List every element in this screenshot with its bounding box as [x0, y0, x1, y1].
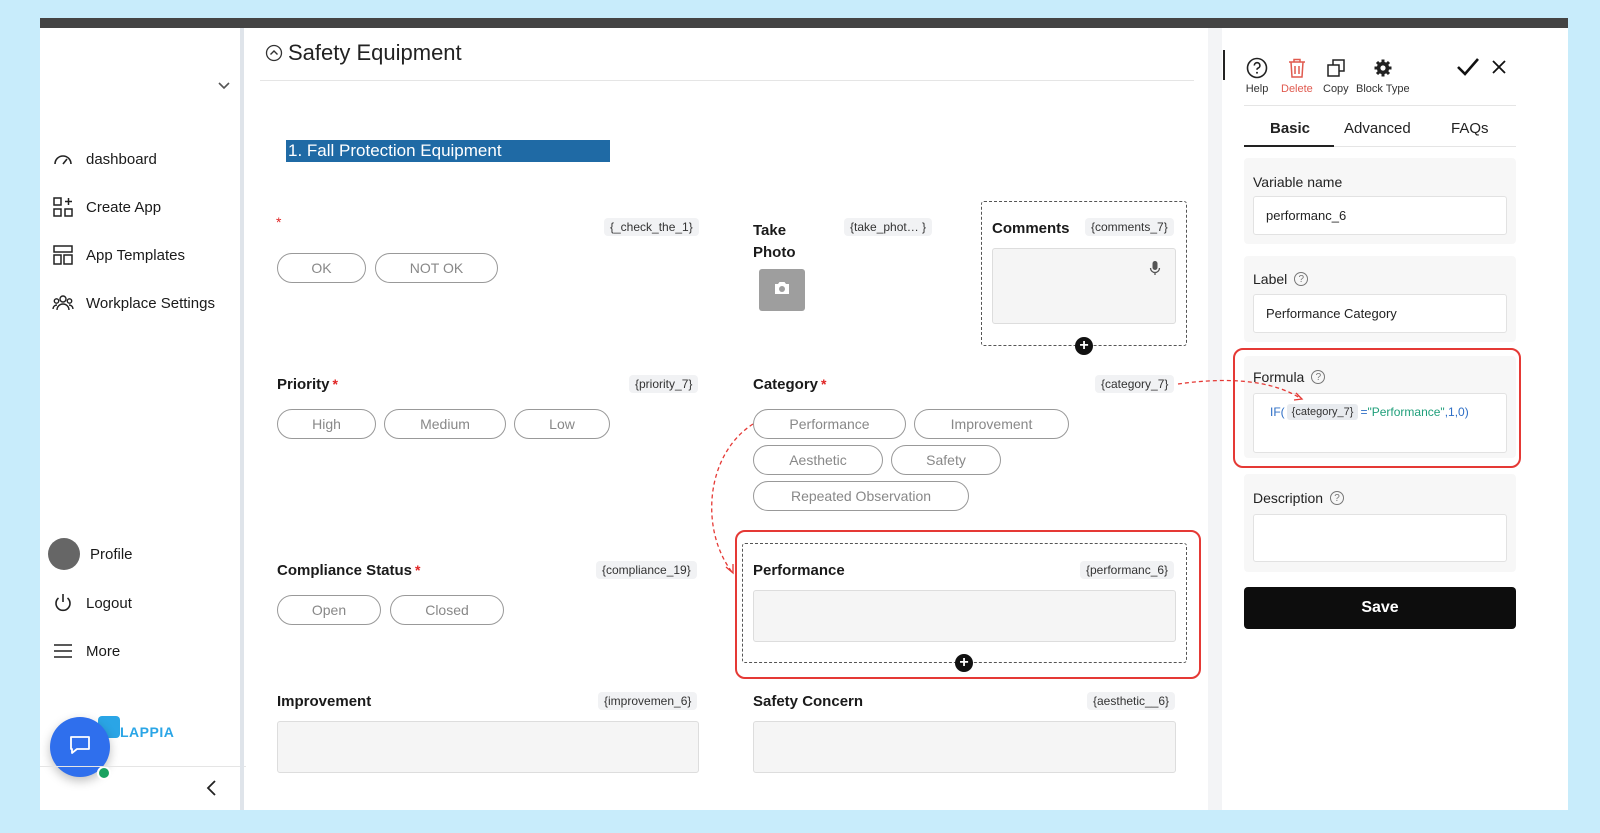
tool-label: Help: [1245, 83, 1269, 95]
collapse-up-icon[interactable]: [265, 44, 283, 62]
variable-tag: {take_phot… }: [844, 218, 933, 236]
option-performance[interactable]: Performance: [753, 409, 906, 439]
safety-concern-label: Safety Concern: [753, 693, 864, 710]
label-field-label: Label ?: [1253, 271, 1309, 287]
microphone-icon[interactable]: [1149, 260, 1161, 281]
variable-name-input[interactable]: performanc_6: [1253, 196, 1507, 235]
copy-icon: [1324, 56, 1348, 80]
description-label: Description ?: [1253, 490, 1345, 506]
description-input[interactable]: [1253, 514, 1507, 562]
label-input[interactable]: Performance Category: [1253, 294, 1507, 333]
option-low[interactable]: Low: [514, 409, 610, 439]
gear-icon: [1371, 56, 1395, 80]
performance-input[interactable]: [753, 590, 1176, 642]
tool-label: Block Type: [1356, 83, 1410, 95]
option-high[interactable]: High: [277, 409, 376, 439]
tool-label: Delete: [1281, 83, 1313, 95]
section-header[interactable]: Safety Equipment: [265, 40, 462, 66]
option-ok[interactable]: OK: [277, 253, 366, 283]
label-card: Label ? Performance Category: [1244, 256, 1516, 342]
variable-tag: {comments_7}: [1085, 218, 1174, 236]
option-safety[interactable]: Safety: [891, 445, 1001, 475]
compliance-label-text: Compliance Status: [277, 562, 413, 579]
delete-button[interactable]: Delete: [1281, 56, 1313, 95]
help-icon[interactable]: ?: [1294, 272, 1309, 286]
option-medium[interactable]: Medium: [384, 409, 506, 439]
option-repeated-observation[interactable]: Repeated Observation: [753, 481, 969, 511]
camera-button[interactable]: [759, 269, 805, 311]
canvas-gutter: [1208, 28, 1222, 810]
required-marker: *: [332, 376, 338, 392]
tab-basic[interactable]: Basic: [1270, 120, 1310, 137]
priority-label: Priority *: [277, 376, 338, 393]
option-aesthetic[interactable]: Aesthetic: [753, 445, 883, 475]
help-button[interactable]: Help: [1245, 56, 1269, 95]
close-icon[interactable]: [1491, 59, 1507, 80]
variable-tag: {_check_the_1}: [604, 218, 699, 236]
take-photo-label-line: Take: [753, 222, 787, 239]
take-photo-label: Take Photo: [753, 220, 796, 264]
variable-tag: {priority_7}: [629, 375, 699, 393]
check-icon[interactable]: [1456, 56, 1480, 83]
highlight-box: [1233, 348, 1521, 468]
variable-tag: {category_7}: [1095, 375, 1175, 393]
section-title: Safety Equipment: [288, 40, 462, 65]
divider: [1244, 105, 1516, 106]
option-not-ok[interactable]: NOT OK: [375, 253, 498, 283]
tab-advanced[interactable]: Advanced: [1344, 120, 1411, 137]
variable-name-label: Variable name: [1253, 174, 1343, 190]
label-field-label-text: Label: [1253, 271, 1288, 287]
option-closed[interactable]: Closed: [390, 595, 504, 625]
required-marker: *: [821, 376, 827, 392]
variable-name-card: Variable name performanc_6: [1244, 158, 1516, 244]
compliance-label: Compliance Status *: [277, 562, 420, 579]
tab-faqs[interactable]: FAQs: [1451, 120, 1489, 137]
subsection-banner[interactable]: 1. Fall Protection Equipment: [286, 140, 610, 162]
option-improvement[interactable]: Improvement: [914, 409, 1069, 439]
safety-concern-input[interactable]: [753, 721, 1176, 773]
category-label: Category *: [753, 376, 826, 393]
description-label-text: Description: [1253, 490, 1324, 506]
divider: [260, 80, 1194, 81]
take-photo-label-line: Photo: [753, 244, 796, 261]
priority-label-text: Priority: [277, 376, 330, 393]
variable-tag: {improvemen_6}: [598, 692, 698, 710]
variable-tag: {performanc_6}: [1080, 561, 1175, 579]
option-open[interactable]: Open: [277, 595, 381, 625]
required-marker: *: [415, 562, 421, 578]
required-marker: *: [276, 214, 282, 230]
improvement-label: Improvement: [277, 693, 372, 710]
add-block-icon[interactable]: +: [1075, 337, 1093, 355]
variable-tag: {compliance_19}: [596, 561, 697, 579]
active-tab-indicator: [1244, 145, 1334, 147]
help-icon: [1245, 56, 1269, 80]
improvement-input[interactable]: [277, 721, 699, 773]
comments-label: Comments: [992, 220, 1070, 237]
help-icon[interactable]: ?: [1330, 491, 1345, 505]
save-button[interactable]: Save: [1244, 587, 1516, 629]
tool-label: Copy: [1323, 83, 1349, 95]
description-card: Description ?: [1244, 474, 1516, 572]
category-label-text: Category: [753, 376, 819, 393]
copy-button[interactable]: Copy: [1323, 56, 1349, 95]
text-cursor: [1223, 50, 1225, 80]
trash-icon: [1285, 56, 1309, 80]
add-block-icon[interactable]: +: [955, 654, 973, 672]
variable-tag: {aesthetic__6}: [1087, 692, 1176, 710]
camera-icon: [773, 280, 791, 301]
performance-label: Performance: [753, 562, 845, 579]
block-type-button[interactable]: Block Type: [1356, 56, 1410, 95]
